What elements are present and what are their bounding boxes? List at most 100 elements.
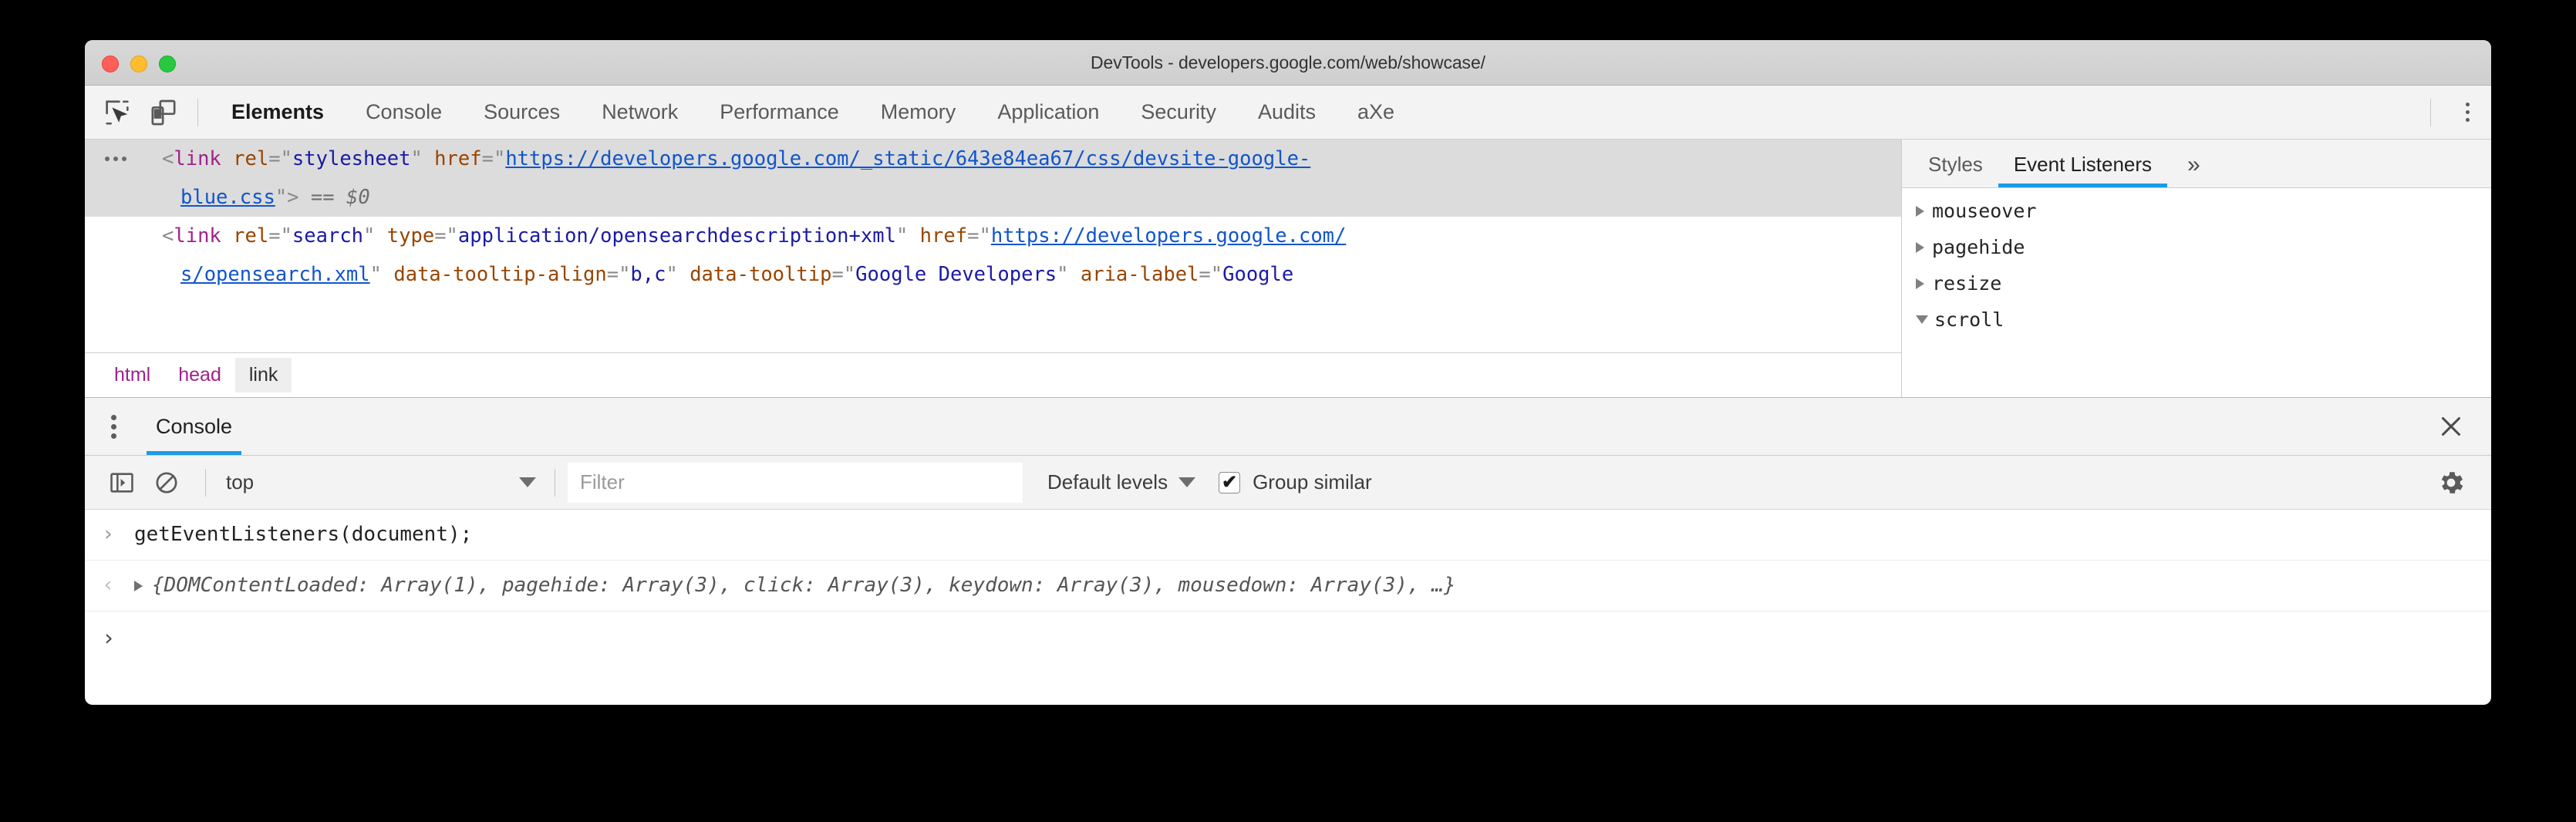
dom-node-link-search[interactable]: <link rel="search" type="application/ope… [85, 217, 1901, 294]
collapsed-children-icon [105, 157, 126, 161]
listener-row[interactable]: pagehide [1902, 229, 2491, 265]
sidebar-tabs: Styles Event Listeners » [1902, 140, 2491, 188]
tab-application[interactable]: Application [976, 86, 1120, 139]
dom-node2-line-1: <link rel="search" type="application/ope… [162, 217, 1901, 255]
dom-node-line-2: blue.css"> == $0 [162, 178, 1901, 217]
tag-name: link [174, 147, 221, 170]
listener-row[interactable]: scroll [1902, 302, 2491, 338]
tab-network[interactable]: Network [581, 86, 699, 139]
attr-aria-label-name: aria-label [1081, 263, 1199, 286]
attr-aria-label-value: Google [1222, 263, 1293, 286]
tab-security[interactable]: Security [1120, 86, 1237, 139]
dom-node2-line-2: s/opensearch.xml" data-tooltip-align="b,… [162, 255, 1901, 294]
attr-href-value-tail-2[interactable]: s/opensearch.xml [180, 263, 370, 286]
chevron-down-icon [519, 477, 536, 487]
breadcrumb: html head link [85, 352, 1901, 397]
devtools-tabstrip: Elements Console Sources Network Perform… [85, 86, 2491, 140]
breadcrumb-item-head[interactable]: head [164, 358, 235, 392]
quote-1: " [281, 147, 292, 170]
expand-object-icon[interactable] [134, 581, 143, 591]
quote-2: " [410, 147, 422, 170]
attr-tooltip-value: Google Developers [855, 263, 1057, 286]
drawer-tabbar: Console [85, 398, 2491, 456]
console-prompt[interactable]: › [85, 611, 2491, 664]
console-result-text: {DOMContentLoaded: Array(1), pagehide: A… [152, 561, 1456, 610]
kebab-dots [111, 415, 116, 439]
gear-icon[interactable] [2433, 464, 2470, 501]
listener-row[interactable]: mouseover [1902, 193, 2491, 229]
chevron-right-icon[interactable] [1916, 278, 1924, 289]
equals-1: = [268, 147, 280, 170]
tab-memory[interactable]: Memory [860, 86, 977, 139]
tag-close: "> [275, 186, 299, 209]
group-similar-label: Group similar [1253, 470, 1372, 494]
clear-console-icon[interactable] [148, 464, 185, 501]
devtools-window: DevTools - developers.google.com/web/sho… [85, 40, 2491, 705]
attr-tooltip-align-name: data-tooltip-align [393, 263, 606, 286]
toolbar-divider [197, 99, 198, 126]
execution-context-select[interactable]: top [218, 470, 542, 494]
drawer-tab-console[interactable]: Console [142, 398, 246, 455]
breadcrumb-item-link[interactable]: link [235, 358, 292, 392]
panel-tabs: Elements Console Sources Network Perform… [211, 86, 1415, 139]
log-levels-select[interactable]: Default levels [1047, 470, 1195, 494]
listener-label: scroll [1934, 308, 2004, 331]
console-input-text: getEventListeners(document); [134, 510, 472, 559]
console-drawer: Console [85, 397, 2491, 664]
attr-href-value-link[interactable]: https://developers.google.com/_static/64… [505, 147, 1310, 170]
window-title: DevTools - developers.google.com/web/sho… [85, 40, 2491, 85]
elements-split: <link rel="stylesheet" href="https://dev… [85, 140, 2491, 397]
listener-row[interactable]: resize [1902, 265, 2491, 302]
attr-rel-name: rel [233, 147, 268, 170]
attr-href-value-tail[interactable]: blue.css [180, 186, 275, 209]
tabstrip-right-controls [2418, 86, 2491, 139]
dom-node-link-stylesheet[interactable]: <link rel="stylesheet" href="https://dev… [85, 140, 1901, 217]
checkbox-box[interactable]: ✔ [1219, 472, 1240, 494]
attr-href-value-link-2[interactable]: https://developers.google.com/ [991, 224, 1347, 248]
attr-rel-name-2: rel [233, 224, 268, 248]
execution-context-value: top [226, 470, 254, 494]
sidebar-tab-event-listeners[interactable]: Event Listeners [1998, 153, 2167, 187]
chevron-down-icon[interactable] [1916, 315, 1928, 324]
kebab-menu-icon[interactable] [2443, 86, 2491, 139]
prompt-arrow-icon: › [102, 625, 115, 651]
tab-elements[interactable]: Elements [211, 86, 345, 139]
attr-rel-value: stylesheet [292, 147, 411, 170]
attr-tooltip-align-value: b,c [630, 263, 666, 286]
dom-node-line-1: <link rel="stylesheet" href="https://dev… [162, 140, 1901, 178]
bracket-open: < [162, 147, 174, 170]
close-icon[interactable] [2434, 409, 2468, 443]
console-messages: › getEventListeners(document); ‹ {DOMCon… [85, 510, 2491, 664]
console-toolbar-divider [205, 469, 206, 497]
tab-axe[interactable]: aXe [1337, 86, 1415, 139]
quote-3: " [494, 147, 505, 170]
filter-input[interactable] [568, 463, 1023, 503]
breadcrumb-item-html[interactable]: html [100, 358, 164, 392]
log-levels-value: Default levels [1047, 470, 1168, 494]
chevron-right-icon[interactable] [1916, 206, 1924, 217]
group-similar-checkbox[interactable]: ✔ Group similar [1219, 470, 1372, 494]
drawer-kebab-menu-icon[interactable] [85, 398, 142, 455]
tab-sources[interactable]: Sources [463, 86, 581, 139]
sidebar-tab-styles[interactable]: Styles [1913, 153, 1998, 187]
attr-href-name-2: href [920, 224, 967, 248]
tab-performance[interactable]: Performance [699, 86, 860, 139]
chevron-down-icon [1178, 477, 1195, 487]
equals-2: = [482, 147, 494, 170]
attr-href-name: href [434, 147, 481, 170]
dom-tree: <link rel="stylesheet" href="https://dev… [85, 140, 1901, 294]
attr-type-name: type [387, 224, 434, 248]
attr-tooltip-name: data-tooltip [690, 263, 831, 286]
console-sidebar-toggle-icon[interactable] [103, 464, 140, 501]
tab-console[interactable]: Console [345, 86, 463, 139]
console-toolbar: top Default levels ✔ Group similar [85, 456, 2491, 510]
toolbar-icons [85, 91, 185, 134]
tab-audits[interactable]: Audits [1237, 86, 1337, 139]
kebab-dots [2466, 103, 2470, 122]
device-toolbar-icon[interactable] [142, 91, 185, 134]
inspect-element-icon[interactable] [96, 91, 139, 134]
elements-sidebar: Styles Event Listeners » mouseover pageh… [1902, 140, 2491, 397]
chevron-right-icon[interactable] [1916, 242, 1924, 253]
sidebar-more-tabs-icon[interactable]: » [2175, 152, 2213, 187]
listener-label: mouseover [1932, 200, 2036, 222]
